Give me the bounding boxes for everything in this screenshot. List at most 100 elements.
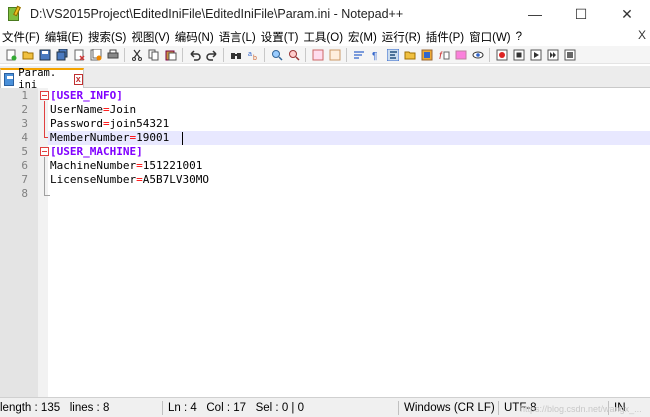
sync-horizontal-icon[interactable] <box>326 47 343 63</box>
toolbar-separator <box>489 47 490 62</box>
tab-bar: Param. ini x <box>0 66 650 91</box>
print-icon[interactable] <box>104 47 121 63</box>
folder-workspace-icon[interactable] <box>401 47 418 63</box>
maximize-button[interactable]: ☐ <box>558 0 604 28</box>
line-number: 3 <box>21 117 28 130</box>
close-file-icon[interactable] <box>70 47 87 63</box>
zoom-in-icon[interactable] <box>268 47 285 63</box>
line-number: 6 <box>21 159 28 172</box>
menu-bar: 文件(F) 编辑(E) 搜索(S) 视图(V) 编码(N) 语言(L) 设置(T… <box>0 28 650 46</box>
stop-recording-icon[interactable] <box>510 47 527 63</box>
doc-map-icon[interactable] <box>418 47 435 63</box>
redo-icon[interactable] <box>203 47 220 63</box>
menu-search[interactable]: 搜索(S) <box>86 29 129 45</box>
monitoring-icon[interactable] <box>469 47 486 63</box>
replace-icon[interactable]: ab <box>244 47 261 63</box>
record-macro-icon[interactable] <box>493 47 510 63</box>
toolbar-separator <box>346 47 347 62</box>
toolbar-separator <box>264 47 265 62</box>
folder-as-workspace-icon[interactable] <box>452 47 469 63</box>
code-line: UserName=Join <box>50 103 136 117</box>
svg-text:a: a <box>248 51 252 58</box>
key-name: LicenseNumber <box>50 173 137 186</box>
editor-area[interactable]: 1 2 3 4 5 6 7 8 [USER_INFO] UserName=Joi… <box>0 88 650 397</box>
status-eol[interactable]: Windows (CR LF) <box>404 398 496 417</box>
zoom-out-icon[interactable] <box>285 47 302 63</box>
key-name: MachineNumber <box>50 159 137 172</box>
watermark: https://blog.csdn.net/wangx_... <box>520 404 642 414</box>
find-icon[interactable] <box>227 47 244 63</box>
close-all-icon[interactable] <box>87 47 104 63</box>
menu-close-document[interactable]: X <box>638 28 646 42</box>
key-name: UserName <box>50 103 103 116</box>
paste-icon[interactable] <box>162 47 179 63</box>
equals-sign: = <box>136 159 143 172</box>
menu-settings[interactable]: 设置(T) <box>259 29 302 45</box>
line-number: 4 <box>21 131 28 144</box>
menu-macro[interactable]: 宏(M) <box>346 29 380 45</box>
function-list-icon[interactable]: f <box>435 47 452 63</box>
line-number: 7 <box>21 173 28 186</box>
playback-macro-icon[interactable] <box>527 47 544 63</box>
key-name: Password <box>50 117 103 130</box>
fold-guide <box>44 157 45 195</box>
sync-vertical-icon[interactable] <box>309 47 326 63</box>
menu-edit[interactable]: 编辑(E) <box>43 29 86 45</box>
current-line: MemberNumber=19001 <box>48 131 650 145</box>
menu-view[interactable]: 视图(V) <box>129 29 172 45</box>
save-all-icon[interactable] <box>53 47 70 63</box>
tab-close-button[interactable]: x <box>73 73 83 85</box>
text-content[interactable]: [USER_INFO] UserName=Join Password=join5… <box>48 88 650 397</box>
menu-plugins[interactable]: 插件(P) <box>424 29 467 45</box>
equals-sign: = <box>102 103 110 116</box>
toolbar-separator <box>223 47 224 62</box>
menu-language[interactable]: 语言(L) <box>217 29 259 45</box>
menu-file[interactable]: 文件(F) <box>0 29 43 45</box>
toolbar-separator <box>305 47 306 62</box>
window-title: D:\VS2015Project\EditedIniFile\EditedIni… <box>30 7 404 21</box>
status-length-lines: length : 135 lines : 8 <box>0 398 160 417</box>
notepadpp-icon <box>6 5 22 22</box>
run-macro-multiple-icon[interactable] <box>544 47 561 63</box>
minimize-button[interactable]: — <box>512 0 558 28</box>
toolbar-separator <box>124 47 125 62</box>
menu-help[interactable]: ? <box>514 31 525 43</box>
close-button[interactable]: ✕ <box>604 0 650 28</box>
menu-run[interactable]: 运行(R) <box>380 29 424 45</box>
line-number: 8 <box>21 187 28 200</box>
status-lines: lines : 8 <box>69 402 110 414</box>
key-value: A5B7LV30MO <box>142 173 209 186</box>
menu-encoding[interactable]: 编码(N) <box>173 29 217 45</box>
title-bar: D:\VS2015Project\EditedIniFile\EditedIni… <box>0 0 650 28</box>
fold-margin[interactable] <box>38 88 48 397</box>
line-number-gutter: 1 2 3 4 5 6 7 8 <box>0 88 38 397</box>
undo-icon[interactable] <box>186 47 203 63</box>
open-file-icon[interactable] <box>19 47 36 63</box>
menu-window[interactable]: 窗口(W) <box>467 29 514 45</box>
code-line: MachineNumber=151221001 <box>50 159 202 173</box>
status-position[interactable]: Ln : 4 Col : 17 Sel : 0 | 0 <box>168 398 396 417</box>
save-macro-icon[interactable] <box>561 47 578 63</box>
line-number: 5 <box>21 145 28 158</box>
svg-text:f: f <box>439 51 443 61</box>
key-value: 151221001 <box>142 159 203 172</box>
copy-icon[interactable] <box>145 47 162 63</box>
code-line: [USER_MACHINE] <box>50 145 143 159</box>
word-wrap-icon[interactable] <box>350 47 367 63</box>
new-file-icon[interactable] <box>2 47 19 63</box>
indent-guide-icon[interactable] <box>384 47 401 63</box>
cut-icon[interactable] <box>128 47 145 63</box>
toolbar: ab ¶ f <box>0 46 650 64</box>
save-icon[interactable] <box>36 47 53 63</box>
menu-tools[interactable]: 工具(O) <box>301 29 346 45</box>
equals-sign: = <box>136 173 143 186</box>
toolbar-separator <box>182 47 183 62</box>
fold-guide <box>44 101 45 137</box>
status-col: Col : 17 <box>206 402 247 414</box>
show-all-chars-icon[interactable]: ¶ <box>367 47 384 63</box>
tab-param-ini[interactable]: Param. ini x <box>0 67 84 91</box>
section-header: [USER_INFO] <box>50 89 123 102</box>
saved-file-icon <box>4 72 15 86</box>
code-line: [USER_INFO] <box>50 89 123 103</box>
status-ln: Ln : 4 <box>168 402 197 414</box>
